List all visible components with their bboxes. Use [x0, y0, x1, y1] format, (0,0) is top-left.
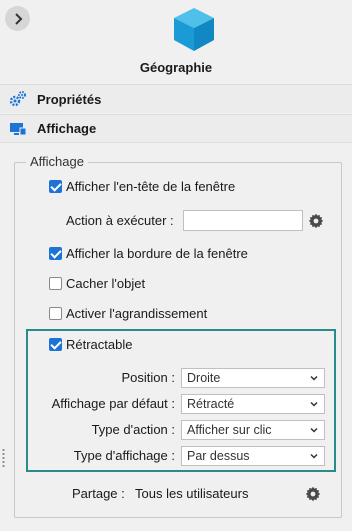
display-type-select-value: Par dessus	[187, 449, 250, 463]
display-type-select[interactable]: Par dessus	[181, 446, 325, 466]
collapse-panel-button[interactable]	[5, 6, 30, 31]
hide-object-label: Cacher l'objet	[66, 276, 146, 291]
nav-item-display-label: Affichage	[37, 121, 97, 136]
show-border-label: Afficher la bordure de la fenêtre	[66, 246, 248, 261]
retractable-label: Rétractable	[66, 337, 133, 352]
enlarge-checkbox[interactable]	[49, 307, 62, 320]
sharing-gear-icon[interactable]	[305, 486, 321, 502]
position-select-value: Droite	[187, 371, 221, 385]
enlarge-label: Activer l'agrandissement	[66, 306, 208, 321]
monitor-icon	[10, 122, 27, 135]
chevron-right-icon	[14, 12, 22, 25]
show-header-label: Afficher l'en-tête de la fenêtre	[66, 179, 236, 194]
gear-icon[interactable]	[308, 213, 324, 229]
resize-grip[interactable]	[2, 448, 5, 468]
nav-item-properties[interactable]: Propriétés	[0, 84, 352, 113]
action-input[interactable]	[183, 210, 303, 231]
default-display-select[interactable]: Rétracté	[181, 394, 325, 414]
default-display-select-value: Rétracté	[187, 397, 235, 411]
action-label: Action à exécuter :	[66, 213, 174, 228]
retractable-checkbox[interactable]	[49, 338, 62, 351]
position-select[interactable]: Droite	[181, 368, 325, 388]
hide-object-checkbox-row[interactable]: Cacher l'objet	[49, 276, 145, 291]
chevron-down-icon	[310, 401, 318, 407]
show-border-checkbox-row[interactable]: Afficher la bordure de la fenêtre	[49, 246, 248, 261]
default-display-label: Affichage par défaut :	[51, 396, 175, 411]
page-title: Géographie	[139, 60, 213, 75]
display-type-label: Type d'affichage :	[73, 448, 175, 463]
sharing-label: Partage :	[72, 486, 125, 501]
hide-object-checkbox[interactable]	[49, 277, 62, 290]
gears-icon	[9, 91, 26, 107]
show-header-checkbox[interactable]	[49, 180, 62, 193]
chevron-down-icon	[310, 427, 318, 433]
nav-item-properties-label: Propriétés	[37, 91, 102, 107]
chevron-down-icon	[310, 453, 318, 459]
retractable-checkbox-row[interactable]: Rétractable	[49, 337, 132, 352]
show-header-checkbox-row[interactable]: Afficher l'en-tête de la fenêtre	[49, 179, 235, 194]
show-border-checkbox[interactable]	[49, 247, 62, 260]
enlarge-checkbox-row[interactable]: Activer l'agrandissement	[49, 306, 207, 321]
nav-item-display[interactable]: Affichage	[0, 114, 352, 143]
group-title: Affichage	[26, 154, 88, 169]
action-type-label: Type d'action :	[91, 422, 175, 437]
chevron-down-icon	[310, 375, 318, 381]
action-type-select[interactable]: Afficher sur clic	[181, 420, 325, 440]
sharing-value: Tous les utilisateurs	[135, 486, 249, 501]
action-type-select-value: Afficher sur clic	[187, 423, 272, 437]
cube-icon	[174, 8, 214, 51]
position-label: Position :	[121, 370, 175, 385]
